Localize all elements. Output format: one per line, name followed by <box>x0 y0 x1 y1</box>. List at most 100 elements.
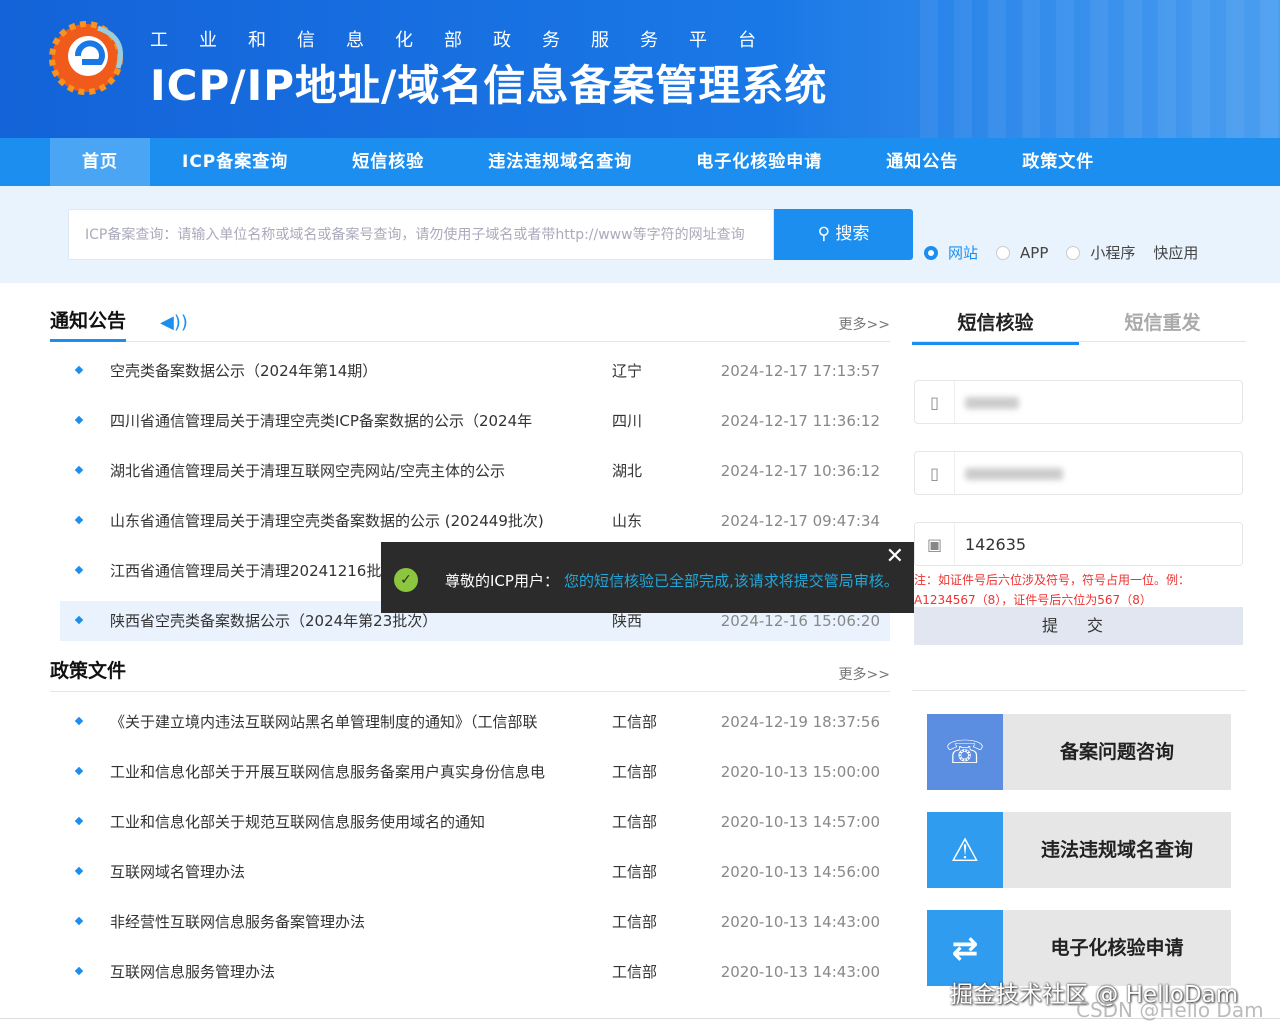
notice-row[interactable]: 山东省通信管理局关于清理空壳类备案数据的公示 (202449批次) 山东 202… <box>60 501 890 541</box>
policies-header: 政策文件 更多>> <box>50 656 890 692</box>
row-region: 工信部 <box>612 852 657 892</box>
row-title[interactable]: 工业和信息化部关于规范互联网信息服务使用域名的通知 <box>110 802 560 842</box>
check-icon: ✓ <box>394 568 418 592</box>
page-title: ICP/IP地址/域名信息备案管理系统 <box>150 52 827 113</box>
mobile-icon: ▯ <box>915 452 955 494</box>
bullet-icon <box>75 416 83 424</box>
search-button[interactable]: ⚲ 搜索 <box>774 209 913 260</box>
submit-button[interactable]: 提 交 <box>914 607 1243 645</box>
row-title[interactable]: 空壳类备案数据公示（2024年第14期） <box>110 351 560 391</box>
bullet-icon <box>75 767 83 775</box>
policy-row[interactable]: 工业和信息化部关于开展互联网信息服务备案用户真实身份信息电 工信部 2020-1… <box>60 752 890 792</box>
id-note: 注：如证件号后六位涉及符号，符号占用一位。例：A1234567（8），证件号后六… <box>914 570 1244 610</box>
nav-illegal-domain[interactable]: 违法违规域名查询 <box>456 138 664 186</box>
skyline-decoration <box>920 0 1280 138</box>
radio-app[interactable]: APP <box>996 242 1048 263</box>
row-region: 湖北 <box>612 451 642 491</box>
phone-field[interactable]: ▯ <box>914 451 1243 495</box>
search-type-radios: 网站 APP 小程序 快应用 <box>924 242 1198 263</box>
bullet-icon <box>75 616 83 624</box>
id-suffix-field[interactable]: ▣142635 <box>914 522 1243 566</box>
watermark: CSDN @Hello Dam <box>1076 998 1264 1022</box>
radio-quickapp[interactable]: 快应用 <box>1153 242 1198 263</box>
row-title[interactable]: 非经营性互联网信息服务备案管理办法 <box>110 902 560 942</box>
sms-code-field[interactable]: ▯ <box>914 380 1243 424</box>
header: 工业和信息化部政务服务平台 ICP/IP地址/域名信息备案管理系统 <box>0 0 1280 138</box>
row-region: 工信部 <box>612 952 657 992</box>
policy-row[interactable]: 非经营性互联网信息服务备案管理办法 工信部 2020-10-13 14:43:0… <box>60 902 890 942</box>
notices-header: 通知公告 ◀)) 更多>> <box>50 306 890 342</box>
success-toast: ✓ 尊敬的ICP用户： 您的短信核验已全部完成,该请求将提交管局审核。 ✕ <box>381 542 914 613</box>
nav-sms-verify[interactable]: 短信核验 <box>320 138 456 186</box>
search-icon: ⚲ <box>818 224 836 244</box>
nav-notices[interactable]: 通知公告 <box>854 138 990 186</box>
row-date: 2024-12-17 10:36:12 <box>721 451 880 491</box>
row-region: 四川 <box>612 401 642 441</box>
bullet-icon <box>75 516 83 524</box>
sms-tabs: 短信核验 短信重发 <box>912 300 1246 342</box>
bullet-icon <box>75 817 83 825</box>
nav-home[interactable]: 首页 <box>50 138 150 186</box>
policy-row[interactable]: 《关于建立境内违法互联网站黑名单管理制度的通知》（工信部联 工信部 2024-1… <box>60 702 890 742</box>
divider <box>912 690 1246 691</box>
redacted-value <box>965 397 1019 409</box>
id-card-icon: ▣ <box>915 523 955 565</box>
policies-more-link[interactable]: 更多>> <box>839 664 890 684</box>
nav-policies[interactable]: 政策文件 <box>990 138 1126 186</box>
row-title[interactable]: 互联网域名管理办法 <box>110 852 560 892</box>
policies-title: 政策文件 <box>50 656 126 689</box>
warning-icon: ⚠ <box>927 812 1003 888</box>
nav-e-verify[interactable]: 电子化核验申请 <box>664 138 854 186</box>
row-date: 2020-10-13 14:56:00 <box>721 852 880 892</box>
bullet-icon <box>75 366 83 374</box>
row-region: 工信部 <box>612 702 657 742</box>
tab-sms-verify[interactable]: 短信核验 <box>912 308 1079 345</box>
row-title[interactable]: 互联网信息服务管理办法 <box>110 952 560 992</box>
bullet-icon <box>75 717 83 725</box>
notice-row[interactable]: 湖北省通信管理局关于清理互联网空壳网站/空壳主体的公示 湖北 2024-12-1… <box>60 451 890 491</box>
row-region: 辽宁 <box>612 351 642 391</box>
bullet-icon <box>75 566 83 574</box>
consult-icon: ☏ <box>927 714 1003 790</box>
notice-row[interactable]: 空壳类备案数据公示（2024年第14期） 辽宁 2024-12-17 17:13… <box>60 351 890 391</box>
row-region: 山东 <box>612 501 642 541</box>
notices-more-link[interactable]: 更多>> <box>839 314 890 334</box>
bullet-icon <box>75 967 83 975</box>
row-title[interactable]: 湖北省通信管理局关于清理互联网空壳网站/空壳主体的公示 <box>110 451 560 491</box>
close-icon[interactable]: ✕ <box>886 544 904 569</box>
row-region: 工信部 <box>612 902 657 942</box>
notice-row[interactable]: 四川省通信管理局关于清理空壳类ICP备案数据的公示（2024年 四川 2024-… <box>60 401 890 441</box>
row-title[interactable]: 山东省通信管理局关于清理空壳类备案数据的公示 (202449批次) <box>110 501 560 541</box>
miit-logo-icon <box>48 16 130 98</box>
row-date: 2024-12-17 11:36:12 <box>721 401 880 441</box>
row-date: 2020-10-13 15:00:00 <box>721 752 880 792</box>
row-date: 2020-10-13 14:43:00 <box>721 902 880 942</box>
policy-row[interactable]: 互联网域名管理办法 工信部 2020-10-13 14:56:00 <box>60 852 890 892</box>
row-date: 2024-12-17 17:13:57 <box>721 351 880 391</box>
radio-website[interactable]: 网站 <box>924 242 978 263</box>
bullet-icon <box>75 466 83 474</box>
bullet-icon <box>75 917 83 925</box>
nav-icp-query[interactable]: ICP备案查询 <box>150 138 320 186</box>
card-illegal-domain[interactable]: ⚠ 违法违规域名查询 <box>927 812 1231 888</box>
row-region: 工信部 <box>612 752 657 792</box>
row-title[interactable]: 《关于建立境内违法互联网站黑名单管理制度的通知》（工信部联 <box>110 702 560 742</box>
row-date: 2024-12-17 09:47:34 <box>721 501 880 541</box>
row-date: 2024-12-19 18:37:56 <box>721 702 880 742</box>
row-title[interactable]: 四川省通信管理局关于清理空壳类ICP备案数据的公示（2024年 <box>110 401 560 441</box>
card-consult[interactable]: ☏ 备案问题咨询 <box>927 714 1231 790</box>
notices-title: 通知公告 <box>50 306 126 342</box>
sms-phone-icon: ▯ <box>915 381 955 423</box>
row-date: 2020-10-13 14:57:00 <box>721 802 880 842</box>
main-nav: 首页 ICP备案查询 短信核验 违法违规域名查询 电子化核验申请 通知公告 政策… <box>0 138 1280 186</box>
search-input[interactable]: ICP备案查询：请输入单位名称或域名或备案号查询，请勿使用子域名或者带http:… <box>68 209 774 260</box>
header-subtitle: 工业和信息化部政务服务平台 <box>150 26 787 52</box>
policy-row[interactable]: 工业和信息化部关于规范互联网信息服务使用域名的通知 工信部 2020-10-13… <box>60 802 890 842</box>
radio-miniprogram[interactable]: 小程序 <box>1066 242 1135 263</box>
speaker-icon: ◀)) <box>160 312 188 333</box>
policy-row[interactable]: 互联网信息服务管理办法 工信部 2020-10-13 14:43:00 <box>60 952 890 992</box>
tab-sms-resend[interactable]: 短信重发 <box>1079 308 1246 335</box>
row-title[interactable]: 工业和信息化部关于开展互联网信息服务备案用户真实身份信息电 <box>110 752 560 792</box>
row-region: 工信部 <box>612 802 657 842</box>
bullet-icon <box>75 867 83 875</box>
